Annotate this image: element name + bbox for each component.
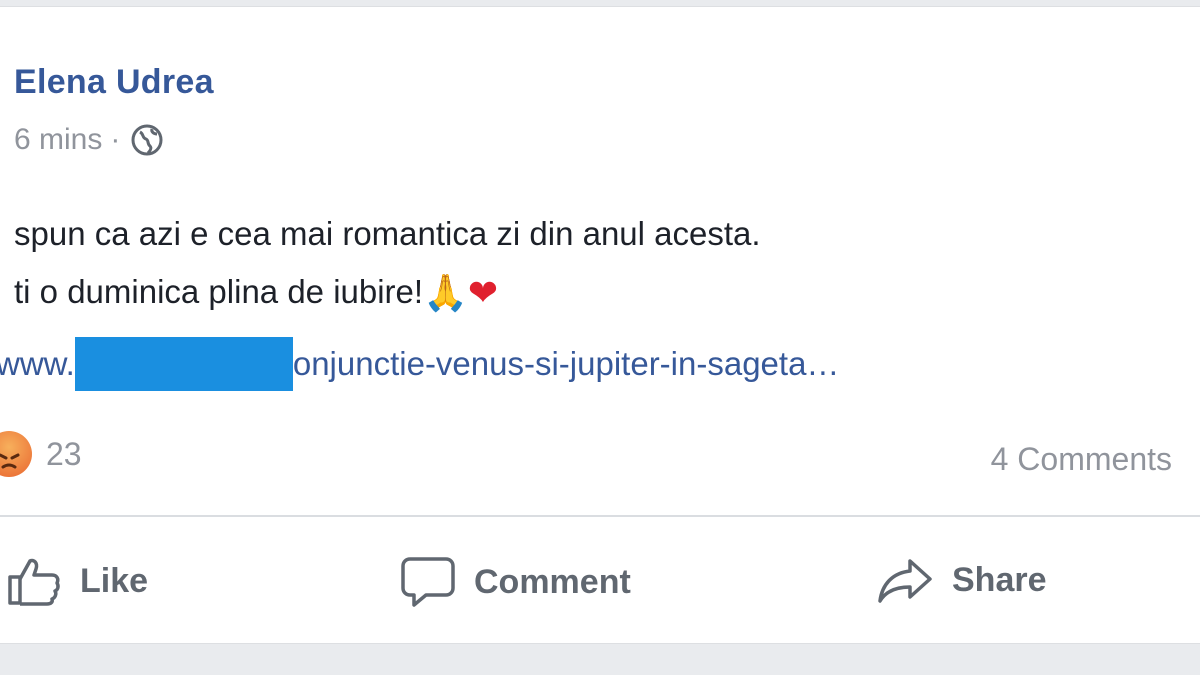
reactions-summary[interactable]: 23	[0, 431, 82, 477]
post-text-line: ti o duminica plina de iubire!🙏❤	[14, 263, 1174, 322]
pray-emoji-icon: 🙏	[423, 272, 468, 313]
post-text-line-1: spun ca azi e cea mai romantica zi din a…	[14, 215, 761, 252]
angry-reaction-icon[interactable]	[0, 431, 32, 477]
link-suffix[interactable]: onjunctie-venus-si-jupiter-in-sageta…	[293, 345, 840, 383]
comments-count[interactable]: 4 Comments	[991, 441, 1172, 478]
redaction-block	[74, 337, 293, 391]
post-text-line: spun ca azi e cea mai romantica zi din a…	[14, 205, 1174, 263]
action-bar: Like Comment Share	[0, 555, 1200, 619]
thumbs-up-icon	[8, 558, 60, 606]
reaction-count[interactable]: 23	[46, 436, 82, 473]
post-card: Elena Udrea 6 mins · spun ca azi e cea m…	[0, 6, 1200, 644]
link-prefix[interactable]: www.	[0, 345, 75, 383]
speech-bubble-icon	[401, 557, 455, 607]
comment-button[interactable]: Comment	[400, 555, 631, 609]
post-link[interactable]: www. onjunctie-venus-si-jupiter-in-saget…	[0, 337, 839, 391]
comment-label[interactable]: Comment	[474, 563, 631, 602]
globe-icon[interactable]	[130, 123, 164, 157]
post-text: spun ca azi e cea mai romantica zi din a…	[14, 205, 1174, 322]
post-text-line-2: ti o duminica plina de iubire!	[14, 273, 424, 310]
like-button[interactable]: Like	[6, 555, 148, 607]
share-button[interactable]: Share	[876, 555, 1047, 605]
meta-separator: ·	[110, 123, 121, 156]
like-label[interactable]: Like	[80, 562, 148, 601]
share-label[interactable]: Share	[952, 561, 1047, 600]
divider	[0, 515, 1200, 517]
post-timestamp[interactable]: 6 mins	[14, 123, 102, 157]
heart-emoji-icon: ❤	[467, 272, 499, 313]
post-author[interactable]: Elena Udrea	[14, 63, 214, 102]
share-arrow-icon	[878, 559, 932, 603]
post-meta: 6 mins ·	[14, 123, 164, 157]
